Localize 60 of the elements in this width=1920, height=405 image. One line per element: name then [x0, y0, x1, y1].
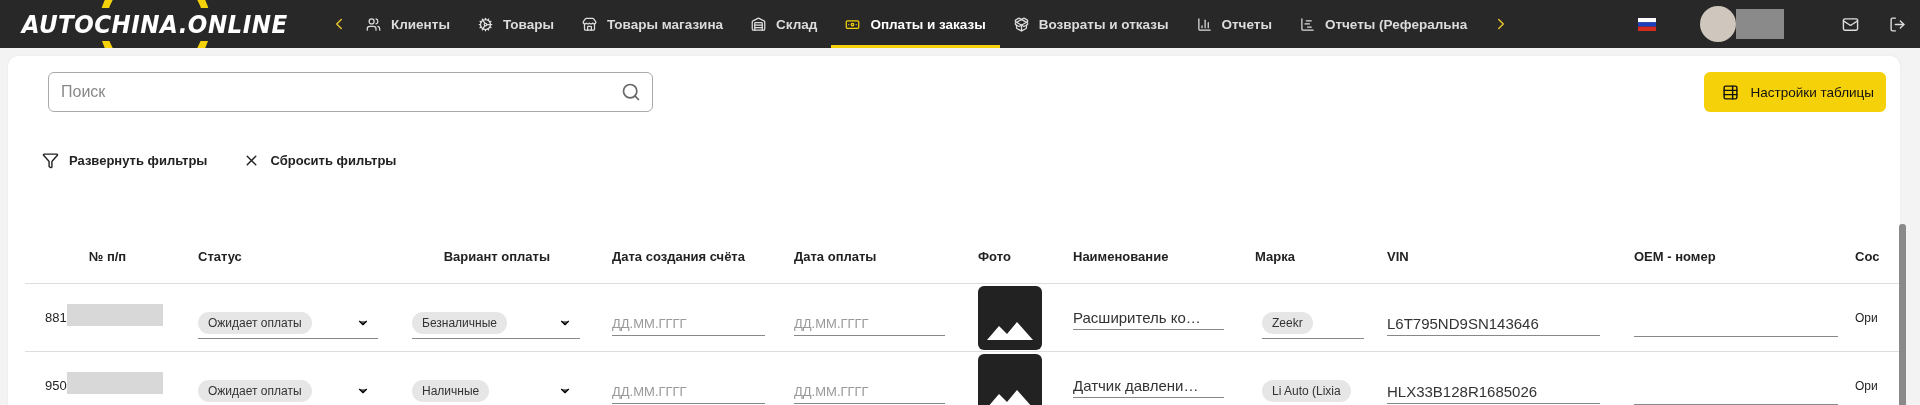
- column-header[interactable]: OEM - номер: [1620, 248, 1845, 264]
- table-settings-button[interactable]: Настройки таблицы: [1703, 72, 1886, 112]
- status-select[interactable]: Ожидает оплаты: [198, 308, 378, 339]
- column-header[interactable]: № п/п: [25, 248, 190, 264]
- nav-tab[interactable]: Возвраты и отказы: [999, 0, 1183, 48]
- column-header[interactable]: Фото: [965, 248, 1065, 264]
- column-header[interactable]: Наименование: [1065, 248, 1250, 264]
- status-chip: Ожидает оплаты: [198, 380, 312, 402]
- column-header[interactable]: Статус: [190, 248, 400, 264]
- nav-icon: [1299, 16, 1315, 32]
- brand-select[interactable]: Li Auto (Lixia: [1262, 376, 1364, 405]
- payment-chip: Безналичные: [412, 312, 507, 334]
- nav-tab[interactable]: Оплаты и заказы: [831, 0, 1000, 48]
- vin-field[interactable]: HLX33B128R1685026: [1387, 379, 1600, 404]
- nav-icon: [1013, 16, 1029, 32]
- nav-tab[interactable]: Отчеты: [1182, 0, 1286, 48]
- nav-tab[interactable]: Товары магазина: [567, 0, 738, 48]
- brand-select[interactable]: Zeekr: [1262, 308, 1364, 339]
- condition-text: Ори: [1855, 310, 1878, 325]
- table-edit-icon: [1721, 83, 1739, 101]
- name-field[interactable]: Расширитель ко…: [1073, 305, 1224, 330]
- nav-tab[interactable]: Отчеты (Реферальна: [1285, 0, 1482, 48]
- column-header[interactable]: Вариант оплаты: [400, 248, 600, 264]
- brand-chip: Zeekr: [1262, 312, 1313, 334]
- flag-icon[interactable]: [1638, 17, 1656, 31]
- nav-icon: [477, 16, 493, 32]
- photo-placeholder: [978, 285, 1042, 350]
- nav-icon: [751, 16, 767, 32]
- brand-chip: Li Auto (Lixia: [1262, 380, 1351, 402]
- column-header[interactable]: Сос: [1845, 248, 1900, 264]
- nav-tab[interactable]: Клиенты: [352, 0, 464, 48]
- condition-text: Ори: [1855, 378, 1878, 393]
- reset-filters-button[interactable]: Сбросить фильтры: [239, 148, 401, 173]
- avatar[interactable]: [1700, 6, 1736, 42]
- name-field[interactable]: Датчик давлени…: [1073, 373, 1224, 398]
- nav-tab[interactable]: Товары: [463, 0, 568, 48]
- expand-filters-button[interactable]: Развернуть фильтры: [38, 148, 212, 173]
- status-chip: Ожидает оплаты: [198, 312, 312, 334]
- vin-field[interactable]: L6T795ND9SN143646: [1387, 311, 1600, 336]
- payment-chip: Наличные: [412, 380, 490, 402]
- mail-icon[interactable]: [1842, 15, 1859, 33]
- filter-icon: [42, 152, 59, 169]
- payment-select[interactable]: Безналичные: [412, 308, 580, 339]
- order-number: 881: [45, 310, 67, 325]
- payment-select[interactable]: Наличные: [412, 376, 580, 405]
- nav-icon: [581, 16, 597, 32]
- nav-icon: [366, 16, 381, 32]
- column-header[interactable]: Дата оплаты: [785, 248, 965, 264]
- nav-tab[interactable]: Склад: [737, 0, 832, 48]
- nav-icon: [1196, 16, 1212, 32]
- search-icon[interactable]: [621, 82, 641, 102]
- status-select[interactable]: Ожидает оплаты: [198, 376, 378, 405]
- search-field[interactable]: Поиск: [48, 72, 653, 112]
- scrollbar[interactable]: [1899, 224, 1906, 405]
- logout-icon[interactable]: [1889, 15, 1906, 33]
- column-header[interactable]: Дата создания счёта: [600, 248, 785, 264]
- order-number: 950: [45, 378, 67, 393]
- column-header[interactable]: Марка: [1250, 248, 1380, 264]
- column-header[interactable]: VIN: [1380, 248, 1620, 264]
- redacted-block: [1736, 9, 1784, 39]
